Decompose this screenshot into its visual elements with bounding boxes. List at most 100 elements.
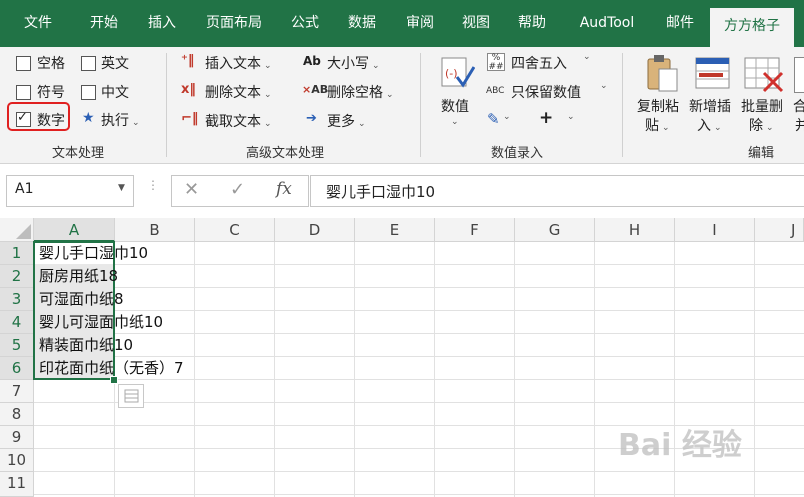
grid-line	[34, 287, 804, 288]
extract-text-button[interactable]: 截取文本 ⌄	[205, 111, 272, 131]
tab-mail[interactable]: 邮件	[654, 0, 706, 47]
svg-text:(-): (-)	[445, 67, 458, 80]
formula-input[interactable]: 婴儿手口湿巾10	[310, 175, 804, 207]
row-header-7[interactable]: 7	[0, 380, 34, 403]
grid-line	[754, 242, 755, 497]
name-box-value: A1	[15, 181, 34, 197]
chevron-down-icon[interactable]: ▼	[118, 183, 125, 193]
arrow-right-icon: ➔	[306, 111, 317, 126]
checkbox-space[interactable]	[16, 56, 31, 71]
execute-button[interactable]: 执行 ⌄	[101, 110, 140, 130]
value-icon: (-)	[441, 55, 476, 89]
tab-view[interactable]: 视图	[448, 0, 504, 47]
batch-delete-button[interactable]: 批量删	[741, 96, 783, 116]
column-header-d[interactable]: D	[275, 218, 355, 242]
copy-paste-label-line2: 贴 ⌄	[645, 118, 670, 134]
column-header-j[interactable]: J	[755, 218, 804, 242]
group-separator	[622, 53, 623, 157]
column-header-f[interactable]: F	[435, 218, 515, 242]
batch-delete-icon	[744, 57, 784, 93]
tab-review[interactable]: 审阅	[392, 0, 448, 47]
column-header-e[interactable]: E	[355, 218, 435, 242]
value-button[interactable]: 数值	[441, 96, 469, 116]
checkbox-digit[interactable]	[16, 110, 31, 127]
delete-text-button[interactable]: 删除文本 ⌄	[205, 82, 272, 102]
grid-line	[594, 242, 595, 497]
name-box[interactable]: A1 ▼	[6, 175, 134, 207]
row-header-6[interactable]: 6	[0, 357, 34, 380]
row-header-2[interactable]: 2	[0, 265, 34, 288]
cell-a5[interactable]: 精装面巾纸10	[39, 334, 133, 357]
clipboard-icon	[645, 53, 678, 93]
checkbox-symbol[interactable]	[16, 85, 31, 100]
insert-text-icon: ⁺‖	[181, 53, 195, 68]
keep-value-icon: ABC	[486, 86, 505, 96]
cell-a4[interactable]: 婴儿可湿面巾纸10	[39, 311, 163, 334]
tab-insert[interactable]: 插入	[134, 0, 190, 47]
delete-space-icon: ×AB	[302, 83, 329, 96]
group-label-number-entry: 数值录入	[491, 146, 544, 161]
case-button[interactable]: 大小写 ⌄	[327, 53, 380, 73]
chevron-down-icon: ⌄	[567, 112, 575, 122]
column-header-a[interactable]: A	[34, 218, 115, 242]
plus-button[interactable]: +	[539, 108, 553, 128]
cancel-icon[interactable]: ✕	[184, 179, 199, 200]
new-insert-button[interactable]: 新增插	[689, 96, 731, 116]
grid-line	[34, 264, 804, 265]
checkbox-chinese-label: 中文	[101, 85, 129, 101]
round-button[interactable]: 四舍五入	[511, 53, 567, 73]
round-icon: % ##	[487, 53, 505, 72]
keep-value-button[interactable]: 只保留数值	[511, 82, 581, 102]
column-header-b[interactable]: B	[115, 218, 195, 242]
tab-file[interactable]: 文件	[12, 0, 64, 47]
checkbox-english[interactable]	[81, 56, 96, 71]
select-all-corner[interactable]	[0, 218, 34, 242]
enter-check-icon[interactable]: ✓	[230, 179, 245, 200]
cell-a1[interactable]: 婴儿手口湿巾10	[39, 242, 148, 265]
formula-buttons: ✕ ✓ fx	[171, 175, 309, 207]
checkbox-chinese[interactable]	[81, 85, 96, 100]
row-header-10[interactable]: 10	[0, 449, 34, 472]
tab-help[interactable]: 帮助	[504, 0, 560, 47]
more-button[interactable]: 更多 ⌄	[327, 111, 366, 131]
copy-paste-button[interactable]: 复制粘	[637, 96, 679, 116]
tab-page-layout[interactable]: 页面布局	[194, 0, 274, 47]
row-header-11[interactable]: 11	[0, 472, 34, 497]
row-header-8[interactable]: 8	[0, 403, 34, 426]
edit-icon[interactable]: ✎	[487, 110, 500, 128]
batch-delete-label-line2: 除 ⌄	[749, 118, 774, 134]
tab-audtool[interactable]: AudTool	[562, 0, 652, 47]
column-header-h[interactable]: H	[595, 218, 675, 242]
row-header-1[interactable]: 1	[0, 242, 34, 265]
delete-space-button[interactable]: 删除空格 ⌄	[327, 82, 394, 102]
row-header-5[interactable]: 5	[0, 334, 34, 357]
row-header-3[interactable]: 3	[0, 288, 34, 311]
grid-line	[34, 402, 804, 403]
cell-a6[interactable]: 印花面巾纸（无香）7	[39, 357, 184, 380]
grid-line	[274, 242, 275, 497]
column-header-i[interactable]: I	[675, 218, 755, 242]
group-separator	[166, 53, 167, 157]
insert-text-button[interactable]: 插入文本 ⌄	[205, 53, 272, 73]
drag-handle-icon[interactable]: ⋮	[147, 179, 159, 191]
insert-row-icon	[695, 57, 731, 93]
cell-a2[interactable]: 厨房用纸18	[39, 265, 118, 288]
tab-formulas[interactable]: 公式	[278, 0, 332, 47]
chevron-down-icon: ⌄	[503, 112, 511, 122]
grid-line	[434, 242, 435, 497]
quick-analysis-icon[interactable]	[118, 384, 144, 408]
ribbon-tab-bar: 文件 开始 插入 页面布局 公式 数据 审阅 视图 帮助 AudTool 邮件 …	[0, 0, 804, 47]
row-header-4[interactable]: 4	[0, 311, 34, 334]
chevron-down-icon: ⌄	[600, 81, 608, 91]
column-header-c[interactable]: C	[195, 218, 275, 242]
row-header-9[interactable]: 9	[0, 426, 34, 449]
cell-a3[interactable]: 可湿面巾纸8	[39, 288, 124, 311]
insert-function-button[interactable]: fx	[276, 179, 292, 199]
chevron-down-icon: ⌄	[451, 117, 459, 127]
grid-line	[194, 242, 195, 497]
tab-data[interactable]: 数据	[334, 0, 390, 47]
merge-button[interactable]: 合	[793, 96, 804, 116]
column-header-g[interactable]: G	[515, 218, 595, 242]
tab-fangfang-gezi[interactable]: 方方格子	[710, 8, 794, 47]
tab-home[interactable]: 开始	[76, 0, 132, 47]
